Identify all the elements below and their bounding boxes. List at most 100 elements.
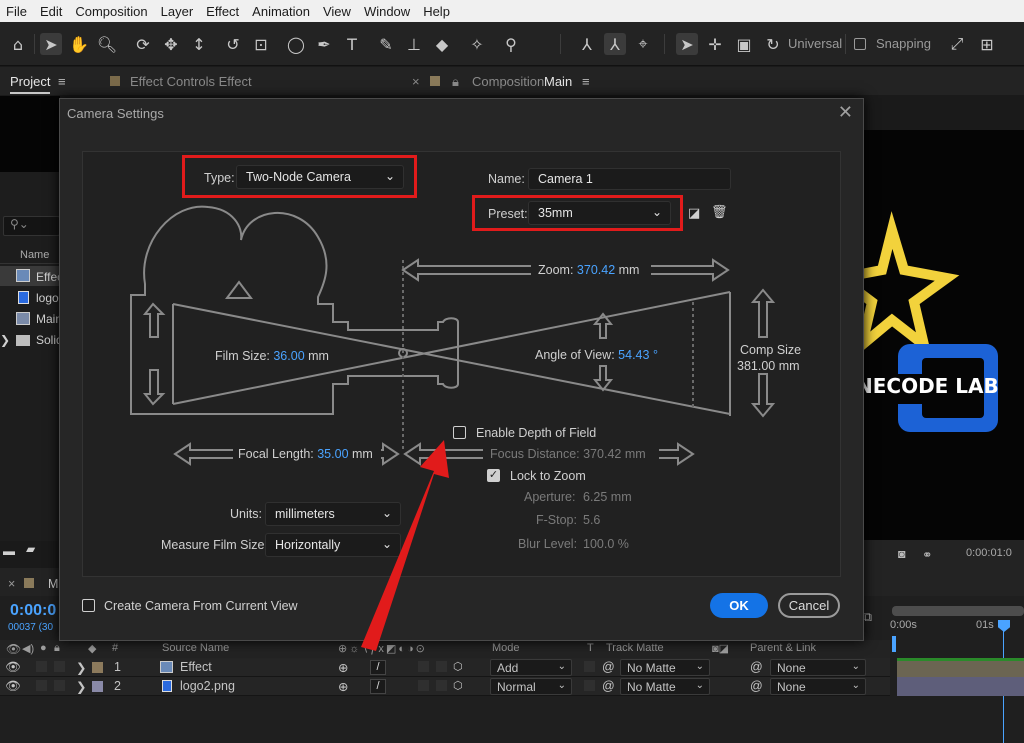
- snapping-checkbox[interactable]: [854, 38, 866, 50]
- move-mode-icon[interactable]: ✛: [704, 33, 726, 55]
- chevron-right-icon[interactable]: ❯: [0, 333, 10, 347]
- switch-box[interactable]: [418, 680, 429, 691]
- timeline-layer-row[interactable]: 👁︎ ❯ 2 logo2.png ⊕ / ⬡ Normal ⌄ @ No Matt…: [0, 677, 890, 696]
- chevron-right-icon[interactable]: ❯: [76, 660, 86, 675]
- mode-dropdown[interactable]: Normal ⌄: [490, 678, 572, 695]
- layer-bar-logo[interactable]: [897, 677, 1024, 696]
- preserve-transparency-box[interactable]: [584, 661, 595, 672]
- pan-camera-icon[interactable]: ✥: [160, 33, 182, 55]
- menu-animation[interactable]: Animation: [246, 4, 317, 19]
- rotate-mode-icon[interactable]: ↻: [762, 33, 784, 55]
- menu-layer[interactable]: Layer: [155, 4, 201, 19]
- quality-switch[interactable]: /: [370, 679, 386, 694]
- scale-mode-icon[interactable]: ▣: [733, 33, 755, 55]
- track-matte-dropdown[interactable]: No Matte ⌄: [620, 678, 710, 695]
- solo-box[interactable]: [36, 661, 47, 672]
- menu-composition[interactable]: Composition: [69, 4, 154, 19]
- dolly-camera-icon[interactable]: ↕: [188, 33, 210, 55]
- snapshot-icon[interactable]: ◙: [898, 547, 906, 561]
- close-icon[interactable]: ✕: [838, 102, 853, 123]
- show-channel-icon[interactable]: ⚭: [922, 547, 932, 562]
- home-icon[interactable]: ⌂: [7, 33, 29, 55]
- focal-length-value[interactable]: 35.00: [317, 447, 348, 461]
- panel-menu-icon[interactable]: ≡: [58, 74, 66, 89]
- folder-icon[interactable]: ▰: [26, 542, 35, 556]
- local-axis-icon[interactable]: ⅄: [576, 33, 598, 55]
- project-search-input[interactable]: ⚲⌄: [3, 216, 60, 236]
- zoom-tool-icon[interactable]: 🔍︎: [96, 33, 118, 55]
- shy-icon[interactable]: ⊕: [338, 679, 348, 694]
- new-folder-icon[interactable]: ▬: [3, 544, 15, 558]
- switch-box[interactable]: [418, 661, 429, 672]
- layer-label-color[interactable]: [92, 662, 103, 673]
- chevron-right-icon[interactable]: ❯: [76, 679, 86, 694]
- menu-window[interactable]: Window: [358, 4, 417, 19]
- matte-pickwhip-icon[interactable]: @: [602, 679, 615, 693]
- tab-project[interactable]: Project: [10, 74, 51, 94]
- hand-tool-icon[interactable]: ✋: [68, 33, 90, 55]
- graph-editor-icon[interactable]: ⧉: [863, 610, 872, 625]
- cancel-button[interactable]: Cancel: [778, 593, 840, 618]
- preset-dropdown[interactable]: 35mm ⌄: [528, 201, 671, 225]
- parent-dropdown[interactable]: None ⌄: [770, 659, 866, 676]
- viewer-timecode[interactable]: 0:00:01:0: [966, 547, 1012, 559]
- selection-mode-icon[interactable]: ➤: [676, 33, 698, 55]
- menu-file[interactable]: File: [0, 4, 34, 19]
- switch-box[interactable]: [436, 680, 447, 691]
- close-tab-icon[interactable]: ×: [412, 74, 420, 89]
- save-preset-icon[interactable]: ◪: [688, 205, 700, 221]
- 3d-layer-icon[interactable]: ⬡: [453, 660, 463, 673]
- create-from-view-checkbox[interactable]: [82, 599, 95, 612]
- ok-button[interactable]: OK: [710, 593, 768, 618]
- playhead-handle[interactable]: [998, 620, 1010, 632]
- lock-icon[interactable]: 🔒︎: [452, 74, 459, 90]
- composition-menu-icon[interactable]: ≡: [582, 74, 590, 89]
- zoom-value[interactable]: 370.42: [577, 263, 615, 277]
- source-name-header[interactable]: Source Name: [162, 642, 229, 654]
- ellipse-tool-icon[interactable]: ◯: [285, 33, 307, 55]
- layer-label-color[interactable]: [92, 681, 103, 692]
- tab-composition-prefix[interactable]: Composition: [472, 74, 544, 89]
- selection-tool-icon[interactable]: ➤: [40, 33, 62, 55]
- roto-brush-tool-icon[interactable]: ✧: [466, 33, 488, 55]
- work-area-start[interactable]: [892, 636, 896, 652]
- camera-type-dropdown[interactable]: Two-Node Camera ⌄: [236, 165, 404, 189]
- preserve-transparency-box[interactable]: [584, 680, 595, 691]
- parent-pickwhip-icon[interactable]: @: [750, 660, 763, 674]
- lock-box[interactable]: [54, 680, 65, 691]
- mode-dropdown[interactable]: Add ⌄: [490, 659, 572, 676]
- brush-tool-icon[interactable]: ✎: [375, 33, 397, 55]
- puppet-pin-tool-icon[interactable]: ⚲: [500, 33, 522, 55]
- parent-dropdown[interactable]: None ⌄: [770, 678, 866, 695]
- layer-name[interactable]: logo2.png: [180, 679, 235, 693]
- camera-name-field[interactable]: Camera 1: [528, 168, 731, 190]
- project-item[interactable]: logo: [36, 291, 59, 305]
- timeline-layer-row[interactable]: 👁︎ ❯ 1 Effect ⊕ / ⬡ Add ⌄ @ No Matte ⌄ @ N…: [0, 658, 890, 677]
- layer-name[interactable]: Effect: [180, 660, 212, 674]
- type-tool-icon[interactable]: T: [341, 33, 363, 55]
- film-size-value[interactable]: 36.00: [273, 349, 304, 363]
- close-tab-icon[interactable]: ×: [8, 577, 15, 591]
- enable-dof-label[interactable]: Enable Depth of Field: [476, 426, 596, 440]
- tab-composition-name[interactable]: Main: [544, 74, 572, 89]
- trash-icon[interactable]: 🗑︎: [711, 204, 728, 220]
- orbit-camera-icon[interactable]: ⟳: [132, 33, 154, 55]
- clone-stamp-tool-icon[interactable]: ⊥: [403, 33, 425, 55]
- anchor-point-tool-icon[interactable]: ⊡: [250, 33, 272, 55]
- switch-box[interactable]: [436, 661, 447, 672]
- rotation-tool-icon[interactable]: ↺: [222, 33, 244, 55]
- 3d-layer-icon[interactable]: ⬡: [453, 679, 463, 692]
- menu-help[interactable]: Help: [417, 4, 457, 19]
- snap-grid-icon[interactable]: ⊞: [976, 33, 998, 55]
- menu-view[interactable]: View: [317, 4, 358, 19]
- visibility-icon[interactable]: 👁︎: [5, 660, 21, 675]
- lock-to-zoom-checkbox[interactable]: ✓: [487, 469, 500, 482]
- menu-edit[interactable]: Edit: [34, 4, 69, 19]
- angle-value[interactable]: 54.43: [618, 348, 649, 362]
- work-area-bar[interactable]: [892, 606, 1024, 616]
- track-matte-dropdown[interactable]: No Matte ⌄: [620, 659, 710, 676]
- measure-film-size-dropdown[interactable]: Horizontally ⌄: [265, 533, 401, 557]
- tab-effect-controls[interactable]: Effect Controls Effect: [130, 74, 252, 89]
- view-axis-icon[interactable]: ⌖: [632, 33, 654, 55]
- parent-pickwhip-icon[interactable]: @: [750, 679, 763, 693]
